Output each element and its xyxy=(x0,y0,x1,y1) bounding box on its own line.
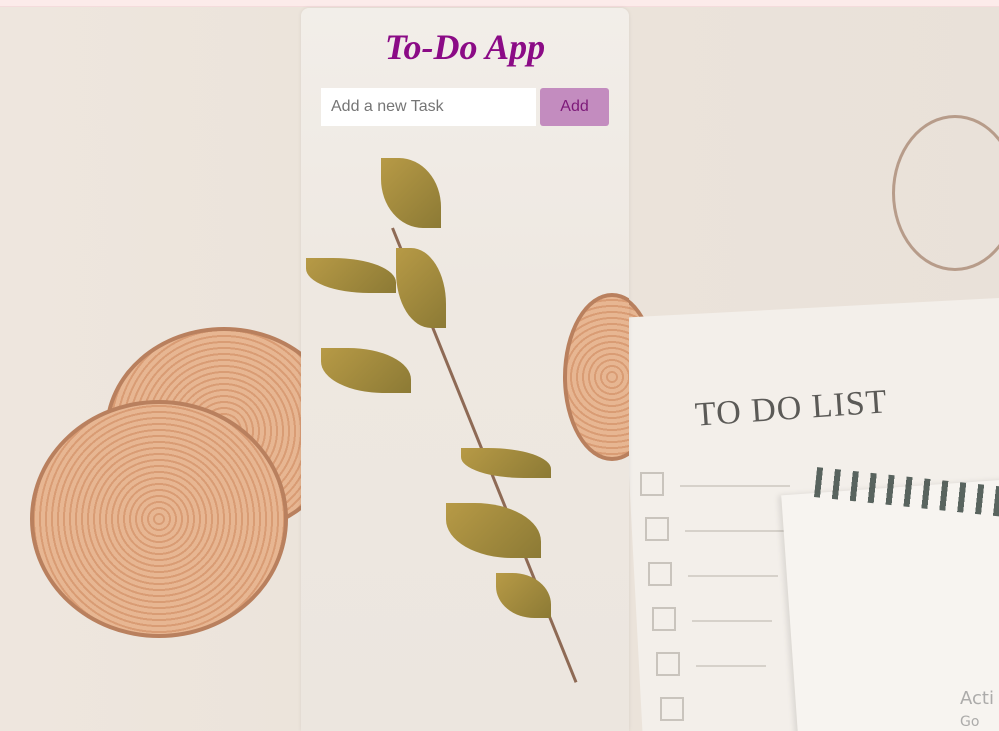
new-task-input[interactable] xyxy=(321,88,536,126)
watermark-line1: Acti xyxy=(960,688,994,709)
leaf xyxy=(461,448,551,478)
leaf xyxy=(321,348,411,393)
browser-top-strip xyxy=(0,0,999,7)
leaf xyxy=(396,248,446,328)
todo-card: To-Do App Add xyxy=(301,8,629,731)
leaf xyxy=(496,573,551,618)
add-task-button[interactable]: Add xyxy=(540,88,609,126)
app-title: To-Do App xyxy=(384,27,546,67)
leaf xyxy=(306,258,396,293)
leaf xyxy=(381,158,441,228)
wood-slice xyxy=(563,293,629,461)
wood-slice xyxy=(30,400,288,638)
glasses xyxy=(892,115,999,271)
watermark-line2: Go xyxy=(960,714,980,730)
leaf xyxy=(446,503,541,558)
